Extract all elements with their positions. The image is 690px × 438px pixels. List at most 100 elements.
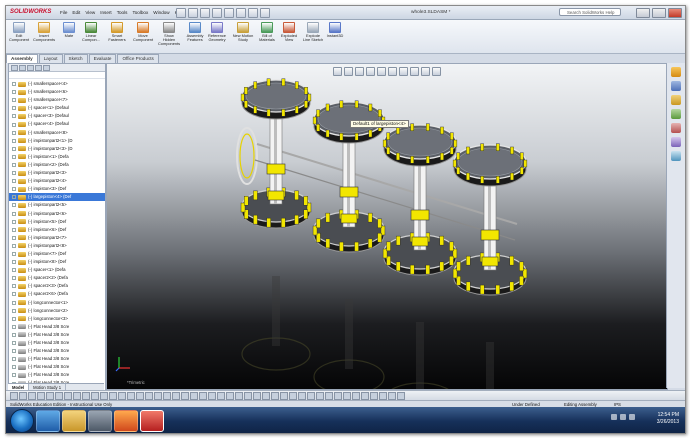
new-file-icon[interactable] xyxy=(176,8,186,18)
ribbon-button-8[interactable]: Reference Geometry xyxy=(206,22,228,52)
bottom-tool-icon[interactable] xyxy=(388,392,396,400)
display-manager-icon[interactable] xyxy=(43,65,50,71)
clock-date[interactable]: 3/26/2013 xyxy=(657,419,679,426)
display-style-icon[interactable] xyxy=(388,67,397,76)
start-button-icon[interactable] xyxy=(10,409,34,433)
ribbon-button-4[interactable]: Smart Fasteners xyxy=(106,22,128,52)
tree-item[interactable]: (-) impiston<8> (Def xyxy=(9,258,105,266)
expand-icon[interactable] xyxy=(12,227,16,232)
tree-item[interactable]: (-) longconnector<3> xyxy=(9,315,105,323)
previous-view-icon[interactable] xyxy=(355,67,364,76)
tree-item[interactable]: (-) impistonpart2<1> (D xyxy=(9,137,105,145)
tree-item[interactable]: (-) spacer<1> (Defaul xyxy=(9,104,105,112)
bottom-tool-icon[interactable] xyxy=(361,392,369,400)
tree-item[interactable]: (-) Flat Head 3/8 Scre xyxy=(9,363,105,371)
tree-item[interactable]: (-) impistonpart2<7> xyxy=(9,234,105,242)
notification-icon[interactable] xyxy=(629,414,635,420)
bottom-tool-icon[interactable] xyxy=(118,392,126,400)
expand-icon[interactable] xyxy=(12,332,16,337)
expand-icon[interactable] xyxy=(12,316,16,321)
bottom-tool-icon[interactable] xyxy=(253,392,261,400)
network-icon[interactable] xyxy=(611,414,617,420)
tree-item[interactable]: (-) Flat Head 3/8 Scre xyxy=(9,371,105,379)
bottom-tool-icon[interactable] xyxy=(262,392,270,400)
tree-item[interactable]: (-) impistonpart2<3> xyxy=(9,169,105,177)
feature-tree-icon[interactable] xyxy=(11,65,18,71)
menu-tools[interactable]: Tools xyxy=(117,8,128,17)
tree-item[interactable]: (-) smallerspacer<8> xyxy=(9,129,105,137)
tree-item[interactable]: (-) impistonpart2<3> (D xyxy=(9,145,105,153)
tree-item[interactable]: (-) Flat Head 3/8 Scre xyxy=(9,339,105,347)
bottom-tool-icon[interactable] xyxy=(172,392,180,400)
expand-icon[interactable] xyxy=(12,219,16,224)
expand-icon[interactable] xyxy=(12,373,16,378)
solidworks-resources-icon[interactable] xyxy=(671,67,681,77)
view-settings-icon[interactable] xyxy=(432,67,441,76)
bottom-tool-icon[interactable] xyxy=(19,392,27,400)
menu-window[interactable]: Window xyxy=(153,8,169,17)
zoom-area-icon[interactable] xyxy=(344,67,353,76)
expand-icon[interactable] xyxy=(12,146,16,151)
minimize-icon[interactable] xyxy=(636,8,650,18)
tab-evaluate[interactable]: Evaluate xyxy=(88,54,117,63)
ribbon-button-3[interactable]: Linear Compon... xyxy=(80,22,102,52)
tree-item[interactable]: (-) Flat Head 3/8 Scre xyxy=(9,355,105,363)
ribbon-button-7[interactable]: Assembly Features xyxy=(184,22,206,52)
expand-icon[interactable] xyxy=(12,357,16,362)
ribbon-button-13[interactable]: Instant3D xyxy=(324,22,346,52)
expand-icon[interactable] xyxy=(12,106,16,111)
bottom-tool-icon[interactable] xyxy=(91,392,99,400)
volume-icon[interactable] xyxy=(620,414,626,420)
tree-item[interactable]: (-) impiston<1> (Defa xyxy=(9,153,105,161)
expand-icon[interactable] xyxy=(12,154,16,159)
undo-icon[interactable] xyxy=(224,8,234,18)
expand-icon[interactable] xyxy=(12,203,16,208)
expand-icon[interactable] xyxy=(12,98,16,103)
ribbon-button-12[interactable]: Explode Line Sketch xyxy=(302,22,324,52)
edit-appearance-icon[interactable] xyxy=(410,67,419,76)
bottom-tool-icon[interactable] xyxy=(163,392,171,400)
expand-icon[interactable] xyxy=(12,349,16,354)
bottom-tool-icon[interactable] xyxy=(199,392,207,400)
section-view-icon[interactable] xyxy=(366,67,375,76)
close-icon[interactable] xyxy=(668,8,682,18)
bottom-tool-icon[interactable] xyxy=(235,392,243,400)
tree-item[interactable]: (-) impistonpart2<5> xyxy=(9,201,105,209)
expand-icon[interactable] xyxy=(12,82,16,87)
bottom-tool-icon[interactable] xyxy=(307,392,315,400)
select-icon[interactable] xyxy=(236,8,246,18)
options-icon[interactable] xyxy=(260,8,270,18)
expand-icon[interactable] xyxy=(12,243,16,248)
ribbon-button-2[interactable]: Mate xyxy=(58,22,80,52)
tree-item[interactable]: (-) impistonpart2<4> xyxy=(9,177,105,185)
expand-icon[interactable] xyxy=(12,235,16,240)
solidworks-taskbar-icon[interactable] xyxy=(140,410,164,432)
bottom-tool-icon[interactable] xyxy=(289,392,297,400)
bottom-tool-icon[interactable] xyxy=(352,392,360,400)
bottom-tool-icon[interactable] xyxy=(28,392,36,400)
dimxpert-icon[interactable] xyxy=(35,65,42,71)
zoom-to-fit-icon[interactable] xyxy=(333,67,342,76)
tree-item[interactable]: (-) Flat Head 3/8 Scre xyxy=(9,347,105,355)
ribbon-button-0[interactable]: Edit Component xyxy=(8,22,30,52)
tree-item[interactable]: (-) Flat Head 3/8 Scre xyxy=(9,331,105,339)
bottom-tool-icon[interactable] xyxy=(379,392,387,400)
view-orientation-icon[interactable] xyxy=(377,67,386,76)
expand-icon[interactable] xyxy=(12,179,16,184)
tree-item[interactable]: (-) spacer2<3> (Defa xyxy=(9,282,105,290)
appearances-icon[interactable] xyxy=(671,137,681,147)
expand-icon[interactable] xyxy=(12,260,16,265)
tree-item[interactable]: (-) impiston<3> (Def xyxy=(9,185,105,193)
custom-properties-icon[interactable] xyxy=(671,151,681,161)
bottom-tool-icon[interactable] xyxy=(244,392,252,400)
menu-insert[interactable]: Insert xyxy=(100,8,112,17)
ribbon-button-6[interactable]: Show Hidden Components xyxy=(158,22,180,52)
expand-icon[interactable] xyxy=(12,114,16,119)
bottom-tool-icon[interactable] xyxy=(181,392,189,400)
expand-icon[interactable] xyxy=(12,300,16,305)
open-file-icon[interactable] xyxy=(188,8,198,18)
bottom-tool-icon[interactable] xyxy=(109,392,117,400)
internet-explorer-icon[interactable] xyxy=(36,410,60,432)
expand-icon[interactable] xyxy=(12,284,16,289)
bottom-tool-icon[interactable] xyxy=(316,392,324,400)
